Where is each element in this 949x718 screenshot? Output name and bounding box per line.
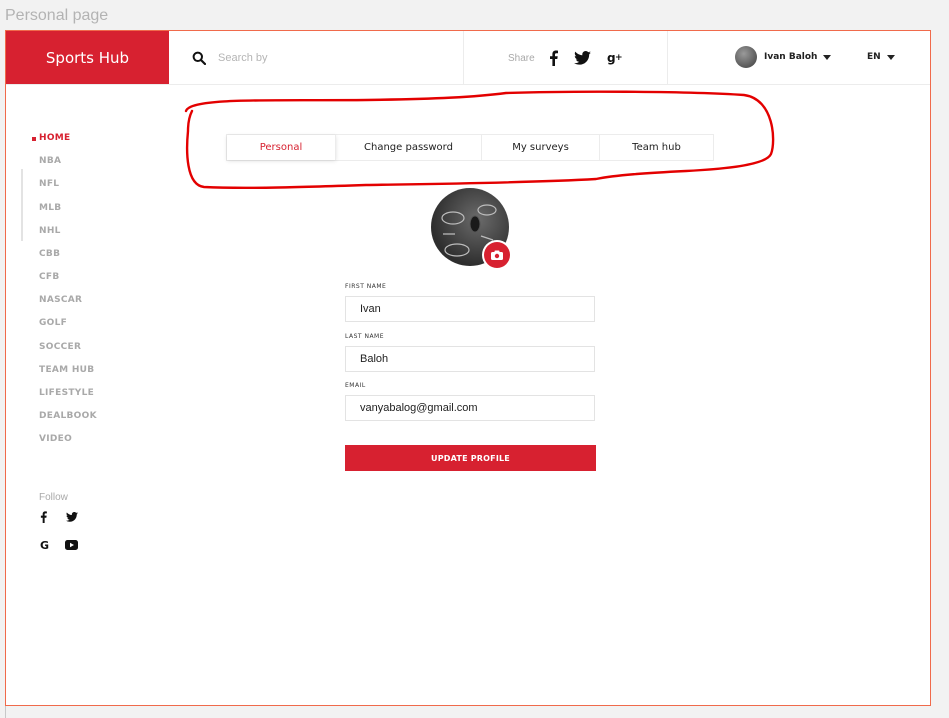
follow-label: Follow <box>39 492 68 503</box>
change-photo-button[interactable] <box>484 242 510 268</box>
sidebar-item-soccer[interactable]: SOCCER <box>39 342 81 352</box>
language-label: EN <box>867 52 881 62</box>
language-selector[interactable]: EN <box>867 52 895 62</box>
first-name-input[interactable] <box>345 296 595 322</box>
sidebar-item-cfb[interactable]: CFB <box>39 272 60 282</box>
sidebar-item-lifestyle[interactable]: LIFESTYLE <box>39 388 94 398</box>
twitter-icon[interactable] <box>66 512 78 522</box>
youtube-icon[interactable] <box>65 540 78 550</box>
chevron-down-icon <box>823 54 832 60</box>
header-divider <box>667 31 668 84</box>
active-indicator <box>32 137 36 141</box>
sidebar-scrollbar[interactable] <box>21 169 23 241</box>
share-group: Share g + <box>508 48 639 68</box>
first-name-label: FIRST NAME <box>345 283 387 290</box>
chevron-down-icon <box>886 54 895 60</box>
sidebar-item-nba[interactable]: NBA <box>39 156 61 166</box>
twitter-icon[interactable] <box>573 48 591 68</box>
sidebar-item-mlb[interactable]: MLB <box>39 203 61 213</box>
sidebar-item-home[interactable]: HOME <box>39 133 71 143</box>
top-header: Sports Hub Share g + <box>6 31 930 85</box>
user-menu[interactable]: Ivan Baloh <box>735 46 832 68</box>
frame-edge-mark <box>5 706 6 718</box>
user-avatar <box>735 46 757 68</box>
sports-hub-logo[interactable]: Sports Hub <box>6 31 169 84</box>
tab-my-surveys[interactable]: My surveys <box>482 135 600 160</box>
sidebar-item-team-hub[interactable]: TEAM HUB <box>39 365 94 375</box>
sidebar-item-nhl[interactable]: NHL <box>39 226 61 236</box>
email-input[interactable] <box>345 395 595 421</box>
svg-text:+: + <box>615 53 623 63</box>
svg-text:G: G <box>40 539 49 551</box>
search-icon[interactable] <box>192 51 206 65</box>
update-profile-button[interactable]: UPDATE PROFILE <box>345 445 596 471</box>
personal-page-frame: Sports Hub Share g + <box>5 30 931 706</box>
search-input[interactable] <box>218 52 438 64</box>
last-name-input[interactable] <box>345 346 595 372</box>
frame-title: Personal page <box>5 7 109 24</box>
email-label: EMAIL <box>345 382 366 389</box>
tab-personal[interactable]: Personal <box>227 135 336 160</box>
profile-tabs: Personal Change password My surveys Team… <box>226 134 714 161</box>
last-name-label: LAST NAME <box>345 333 385 340</box>
share-label: Share <box>508 52 535 64</box>
tab-change-password[interactable]: Change password <box>336 135 482 160</box>
sidebar-item-dealbook[interactable]: DEALBOOK <box>39 411 97 421</box>
sidebar-item-golf[interactable]: GOLF <box>39 318 67 328</box>
google-icon[interactable]: G <box>39 539 51 551</box>
user-name: Ivan Baloh <box>764 52 818 62</box>
search-bar <box>192 49 438 67</box>
google-plus-icon[interactable]: g + <box>607 48 623 68</box>
sidebar-item-cbb[interactable]: CBB <box>39 249 60 259</box>
facebook-icon[interactable] <box>40 511 47 523</box>
sidebar-item-nascar[interactable]: NASCAR <box>39 295 82 305</box>
facebook-icon[interactable] <box>549 48 558 68</box>
tab-team-hub[interactable]: Team hub <box>600 135 713 160</box>
header-divider <box>463 31 464 84</box>
sidebar-item-nfl[interactable]: NFL <box>39 179 59 189</box>
camera-icon <box>491 250 503 260</box>
sidebar-item-video[interactable]: VIDEO <box>39 434 72 444</box>
